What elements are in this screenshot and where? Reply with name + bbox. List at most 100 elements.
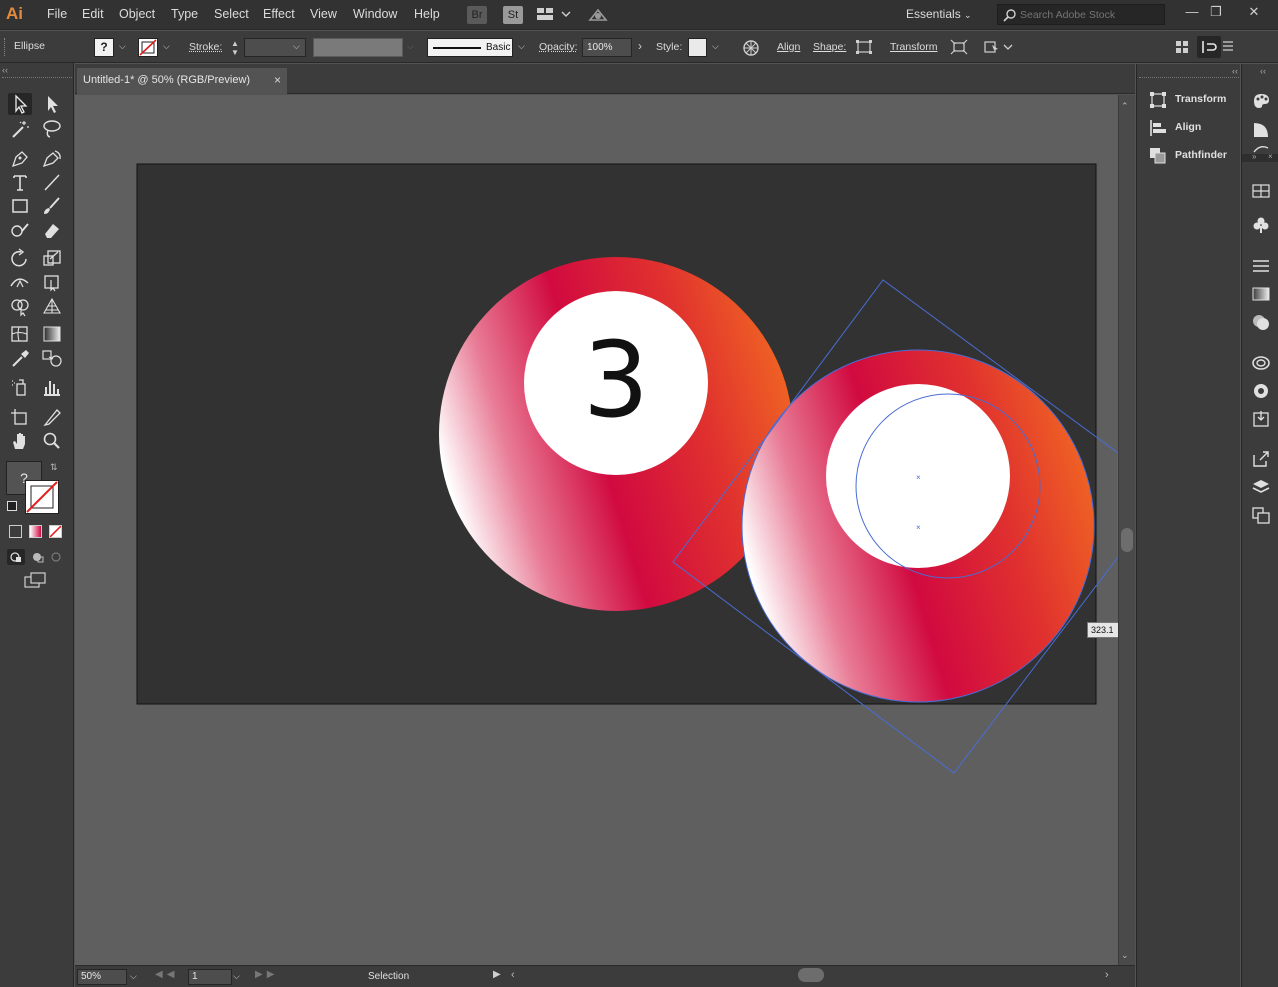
tools-grip[interactable] [2,77,72,79]
stroke-swatch[interactable] [138,38,158,57]
swatches-panel-icon[interactable] [1251,182,1271,200]
collapse-icon-strip-icon[interactable]: ‹‹ [1260,66,1266,76]
menu-view[interactable]: View [310,7,337,21]
fill-swatch[interactable]: ? [94,38,114,57]
gradient-tool-icon[interactable] [40,323,64,345]
eraser-tool-icon[interactable] [40,219,64,241]
color-mode-icon[interactable] [9,525,22,538]
pen-tool-icon[interactable] [8,147,32,169]
gradient-mode-icon[interactable] [29,525,42,538]
stroke-panel-icon[interactable] [1251,257,1271,275]
export-panel-icon[interactable] [1251,450,1271,468]
stroke-color-swatch[interactable] [25,480,59,514]
stock-button[interactable]: St [503,6,523,24]
paintbrush-tool-icon[interactable] [40,195,64,217]
menu-select[interactable]: Select [214,7,249,21]
graphic-style-swatch[interactable] [688,38,707,57]
cc-libraries-icon[interactable] [1251,354,1271,372]
mesh-tool-icon[interactable] [8,323,32,345]
first-prev-artboard-icons[interactable]: ◀◀ [155,969,178,980]
status-menu-icon[interactable]: ▶ [493,969,501,980]
fill-dropdown-icon[interactable]: ⌵ [119,41,126,52]
column-graph-tool-icon[interactable] [40,376,64,398]
artboard-dropdown-icon[interactable]: ⌵ [233,971,240,982]
draw-inside-icon[interactable] [49,549,63,565]
close-window-button[interactable]: ✕ [1242,2,1266,22]
menu-object[interactable]: Object [119,7,155,21]
rectangle-tool-icon[interactable] [8,195,32,217]
screen-mode-icon[interactable] [24,571,48,589]
canvas[interactable]: × × 3 323.1 [75,95,1119,965]
close-strip-icon[interactable]: × [1268,152,1273,161]
menu-type[interactable]: Type [171,7,198,21]
shape-properties-icon[interactable] [856,40,872,54]
rotate-tool-icon[interactable] [8,247,32,269]
artwork[interactable]: × × 3 [75,95,1118,965]
transform-link[interactable]: Transform [890,41,937,53]
scroll-right-icon[interactable]: › [1105,969,1109,981]
shape-link[interactable]: Shape: [813,41,846,53]
vertical-scroll-thumb[interactable] [1121,528,1133,552]
line-segment-tool-icon[interactable] [40,171,64,193]
align-link[interactable]: Align [777,41,800,53]
blend-tool-icon[interactable] [40,347,64,369]
next-last-artboard-icons[interactable]: ▶▶ [255,969,278,980]
artboard-tool-icon[interactable] [8,406,32,428]
horizontal-scroll-thumb[interactable] [798,968,824,982]
curvature-tool-icon[interactable] [40,147,64,169]
scale-tool-icon[interactable] [40,247,64,269]
dock-grip[interactable] [1139,77,1239,79]
shaper-tool-icon[interactable] [8,219,32,241]
lasso-tool-icon[interactable] [40,118,64,140]
transparency-panel-icon[interactable] [1251,313,1271,331]
scroll-left-icon[interactable]: ‹ [511,969,515,981]
panel-transform[interactable]: Transform [1147,89,1239,111]
menu-help[interactable]: Help [414,7,440,21]
none-mode-icon[interactable] [49,525,62,538]
panel-align[interactable]: Align [1147,117,1239,139]
artboard-number-input[interactable]: 1 [188,969,232,985]
eyedropper-tool-icon[interactable] [8,347,32,369]
scroll-up-icon[interactable]: ⌃ [1121,101,1129,112]
arrange-panels-icon[interactable] [1175,39,1191,55]
workspace-switcher[interactable]: Essentials ⌄ [906,7,972,21]
width-tool-icon[interactable] [8,271,32,293]
slice-tool-icon[interactable] [40,406,64,428]
isolate-object-icon[interactable] [950,39,968,55]
asset-export-icon[interactable] [1251,410,1271,428]
control-bar-menu-icon[interactable] [1222,39,1234,53]
draw-behind-icon[interactable] [29,549,47,565]
scroll-down-icon[interactable]: ⌄ [1121,950,1129,961]
restore-window-button[interactable]: ❐ [1204,2,1228,22]
stroke-weight-label[interactable]: Stroke: [189,41,222,53]
symbols-panel-icon[interactable] [1251,216,1271,234]
expand-strip-icon[interactable]: » [1252,152,1256,161]
brush-dropdown-icon[interactable]: ⌵ [518,41,525,52]
zoom-dropdown-icon[interactable]: ⌵ [130,971,137,982]
opacity-input[interactable]: 100% [582,38,632,57]
document-tab[interactable]: Untitled-1* @ 50% (RGB/Preview) × [77,68,287,94]
menu-edit[interactable]: Edit [82,7,104,21]
layers-panel-icon[interactable] [1251,478,1271,496]
menu-effect[interactable]: Effect [263,7,295,21]
variable-width-profile[interactable] [313,38,403,57]
perspective-grid-tool-icon[interactable] [40,295,64,317]
bridge-button[interactable]: Br [467,6,487,24]
shape-builder-tool-icon[interactable] [8,295,32,317]
vertical-scrollbar[interactable]: ⌃ ⌄ [1118,95,1135,965]
collapse-tools-icon[interactable]: ‹‹ [2,65,8,75]
default-fill-stroke-icon[interactable] [7,501,17,511]
minimize-window-button[interactable]: — [1180,2,1204,22]
arrange-documents-icon[interactable] [537,7,571,23]
zoom-level-input[interactable]: 50% [77,969,127,985]
stroke-weight-stepper[interactable]: ▲ ▼ [229,39,241,57]
magic-wand-tool-icon[interactable] [8,118,32,140]
appearance-panel-icon[interactable] [1251,382,1271,400]
symbol-sprayer-tool-icon[interactable] [8,376,32,398]
stroke-dropdown-icon[interactable]: ⌵ [163,41,170,52]
opacity-label[interactable]: Opacity: [539,41,578,53]
color-guide-icon[interactable] [1251,120,1271,138]
selection-tool-icon[interactable] [8,93,32,115]
artboards-panel-icon[interactable] [1251,506,1271,524]
variable-width-dropdown-icon[interactable]: ⌵ [407,41,414,52]
